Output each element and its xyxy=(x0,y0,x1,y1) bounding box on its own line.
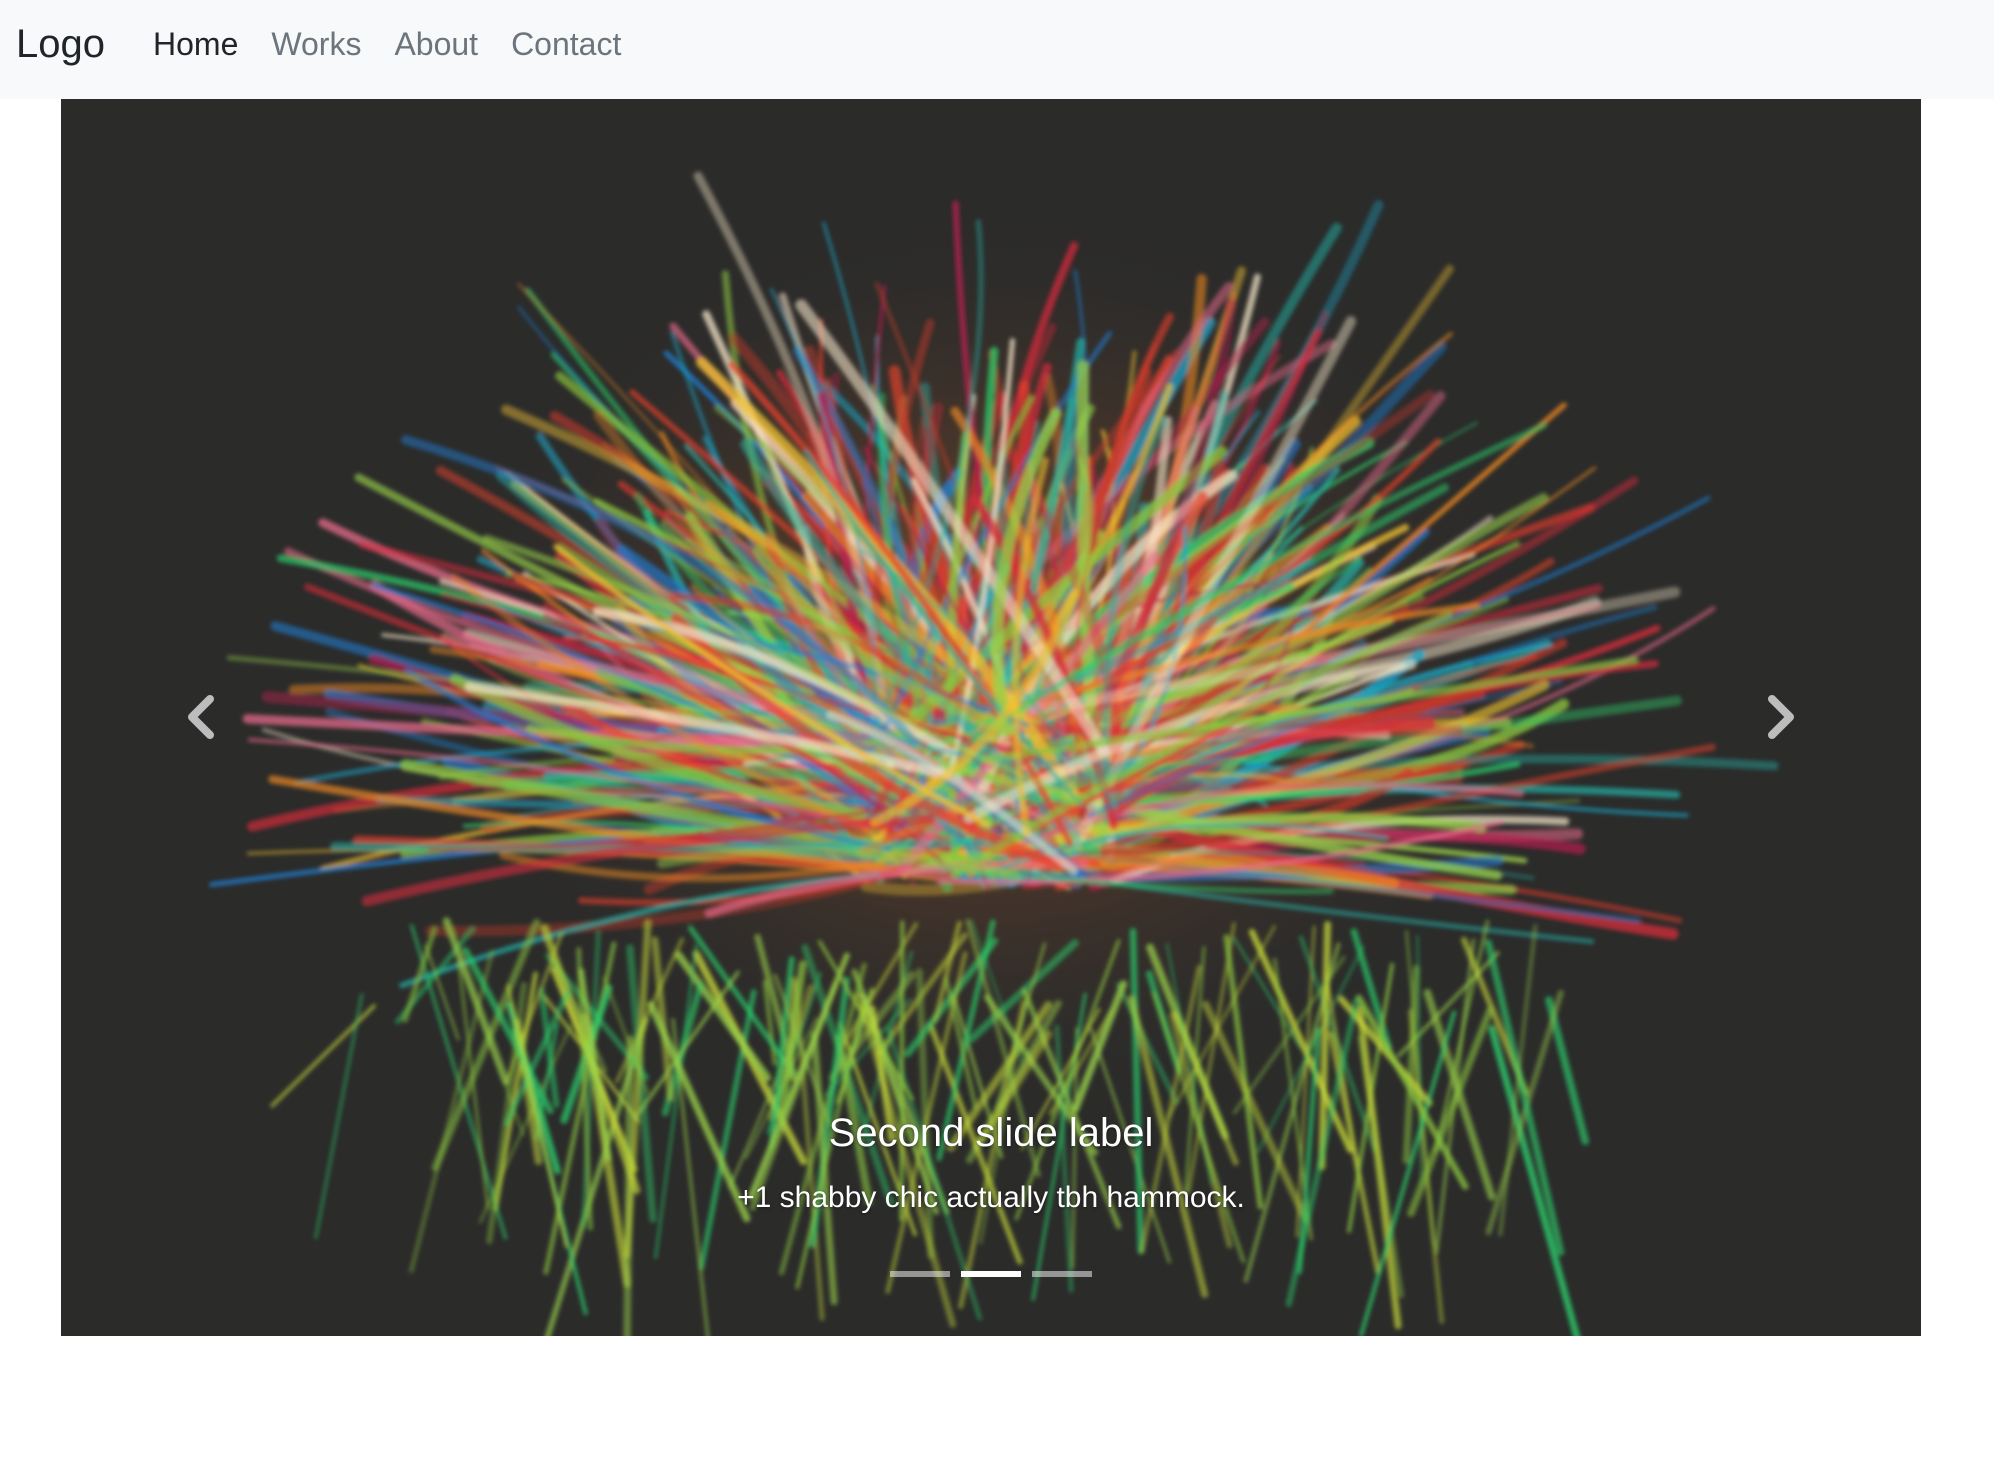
nav-links: Home Works About Contact xyxy=(153,24,654,64)
image-carousel: Second slide label +1 shabby chic actual… xyxy=(61,99,1921,1336)
nav-link-works[interactable]: Works xyxy=(271,24,361,64)
slide-caption-text: +1 shabby chic actually tbh hammock. xyxy=(737,1181,1245,1214)
carousel-indicator-3[interactable] xyxy=(1032,1271,1092,1277)
nav-link-contact[interactable]: Contact xyxy=(511,24,621,64)
nav-link-about[interactable]: About xyxy=(394,24,478,64)
navbar: Logo Home Works About Contact xyxy=(0,0,1994,99)
chevron-right-icon xyxy=(1768,695,1794,739)
carousel-prev-button[interactable] xyxy=(141,617,261,817)
carousel-next-button[interactable] xyxy=(1721,617,1841,817)
carousel-indicator-1[interactable] xyxy=(890,1271,950,1277)
brand-logo[interactable]: Logo xyxy=(16,20,105,68)
slide-caption-title: Second slide label xyxy=(828,1111,1154,1155)
carousel-indicators xyxy=(61,1271,1921,1277)
paint-stroke xyxy=(899,920,905,1222)
chevron-left-icon xyxy=(188,695,214,739)
carousel-indicator-2[interactable] xyxy=(961,1271,1021,1277)
nav-link-home[interactable]: Home xyxy=(153,24,238,64)
